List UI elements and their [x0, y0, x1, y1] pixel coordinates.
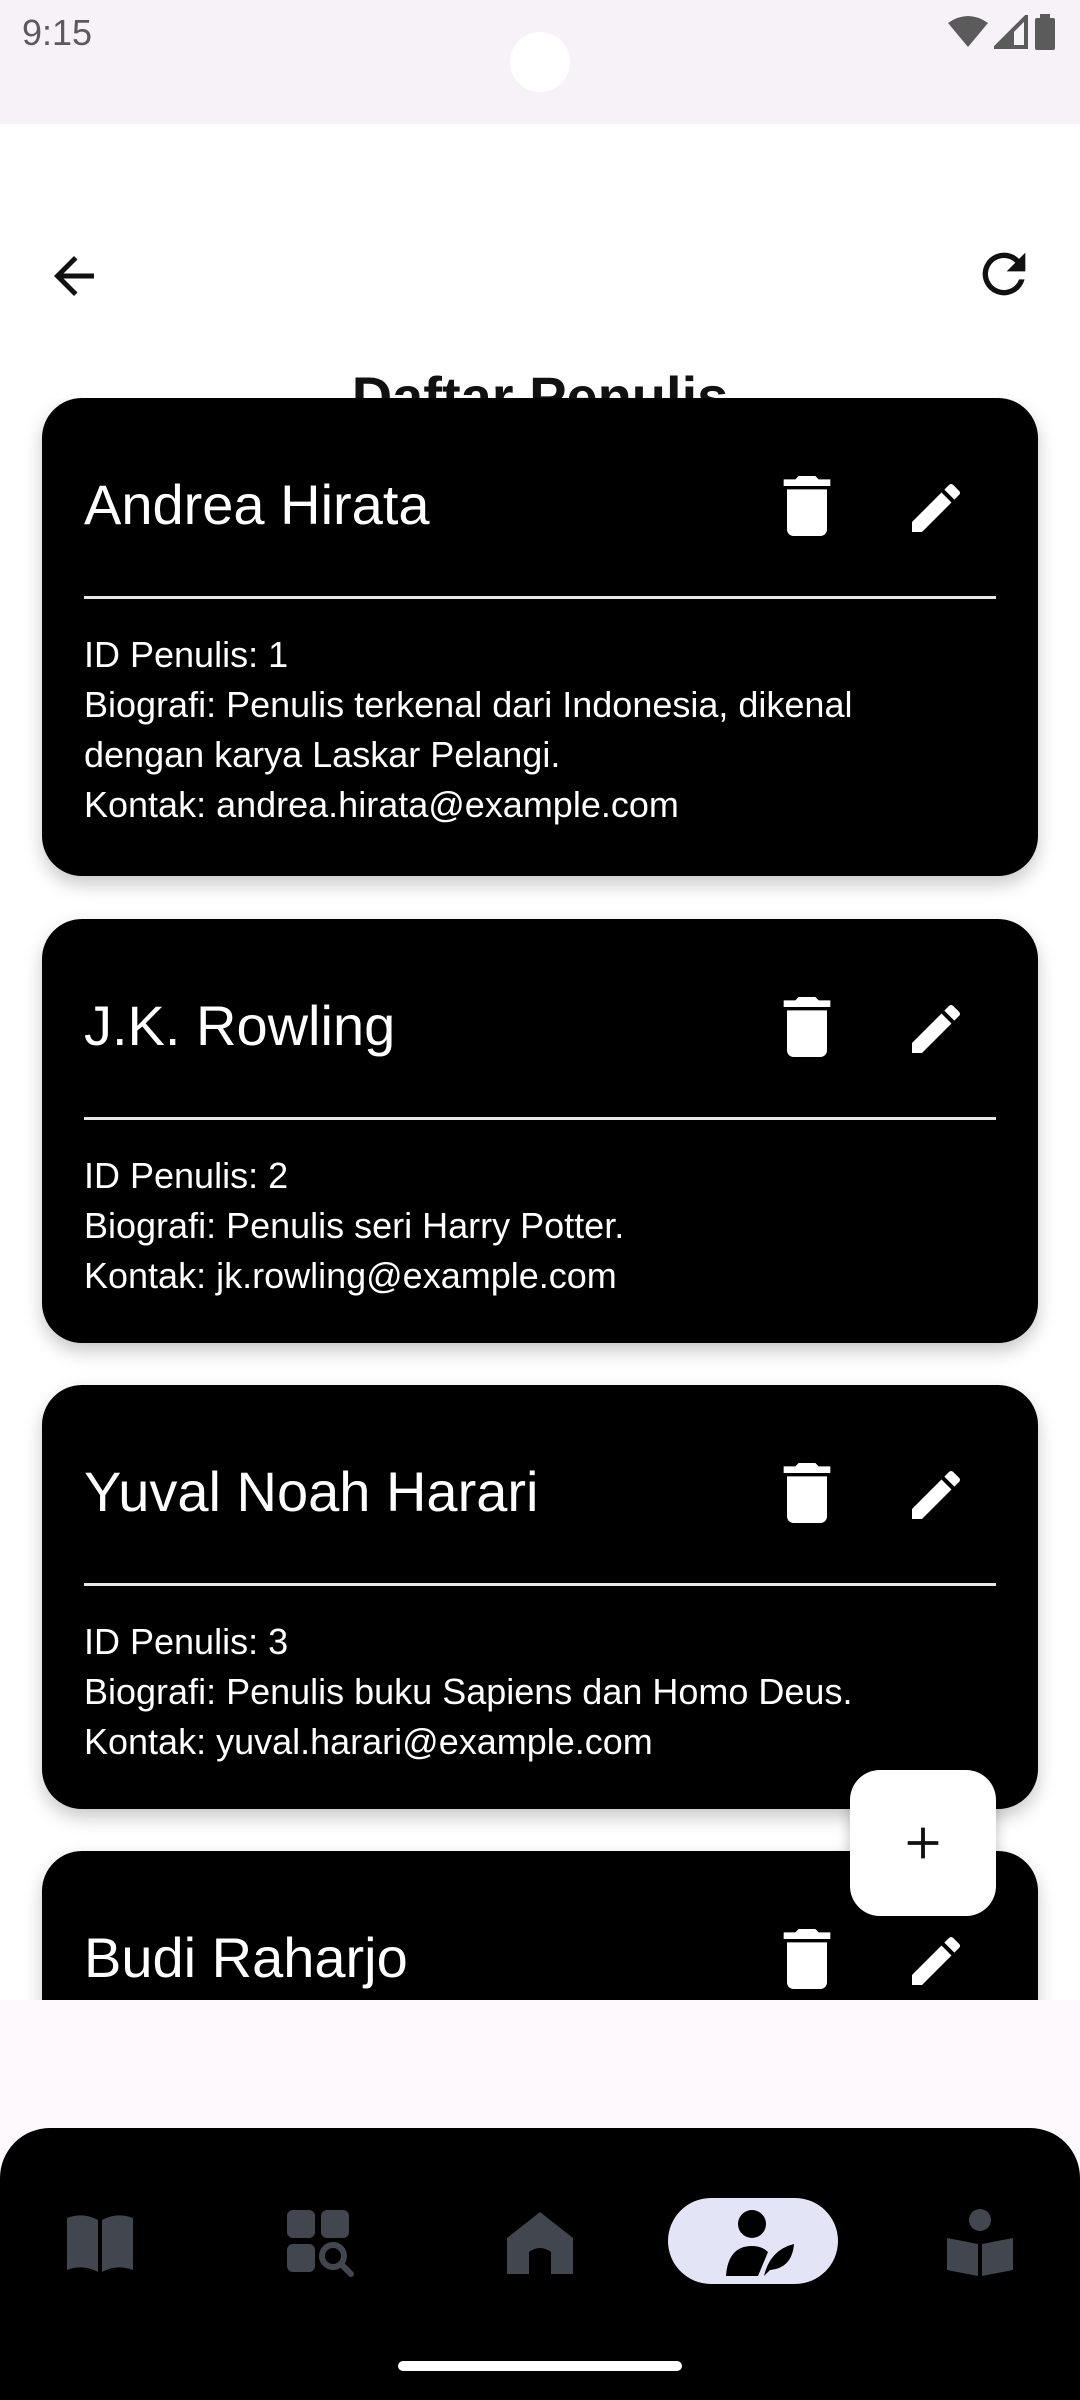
pencil-icon — [912, 1004, 961, 1053]
writer-card[interactable]: Yuval Noah Harari ID Penulis: 3 Biografi… — [42, 1385, 1038, 1809]
home-icon — [507, 2212, 573, 2274]
writer-name: Yuval Noah Harari — [84, 1460, 539, 1523]
writer-contact: Kontak: andrea.hirata@example.com — [84, 784, 679, 825]
writer-bio: Biografi: Penulis terkenal dari Indonesi… — [84, 684, 853, 775]
trash-icon — [783, 1929, 831, 1989]
writer-id: ID Penulis: 2 — [84, 1155, 289, 1196]
card-divider — [84, 1117, 996, 1120]
wifi-icon — [948, 16, 988, 47]
writer-id: ID Penulis: 1 — [84, 634, 289, 675]
add-writer-button[interactable] — [850, 1770, 996, 1916]
writer-details: ID Penulis: 3 Biografi: Penulis buku Sap… — [84, 1617, 978, 1767]
back-button[interactable] — [44, 246, 104, 306]
writer-details: ID Penulis: 2 Biografi: Penulis seri Har… — [84, 1151, 978, 1301]
edit-button[interactable] — [904, 997, 968, 1061]
status-icons — [948, 14, 1056, 50]
nav-item-readers[interactable] — [930, 2188, 1030, 2298]
book-icon — [67, 2215, 133, 2272]
writer-contact: Kontak: yuval.harari@example.com — [84, 1721, 653, 1762]
writer-details: ID Penulis: 1 Biografi: Penulis terkenal… — [84, 630, 978, 830]
status-time: 9:15 — [22, 12, 93, 53]
gesture-home-bar[interactable] — [398, 2361, 682, 2371]
pencil-icon — [912, 1470, 961, 1519]
delete-button[interactable] — [782, 997, 832, 1057]
writer-card[interactable]: Andrea Hirata ID Penulis: 1 Biografi: Pe… — [42, 398, 1038, 876]
nav-item-writers[interactable] — [668, 2188, 838, 2298]
edit-button[interactable] — [904, 1463, 968, 1527]
pencil-icon — [912, 483, 961, 532]
writer-contact: Kontak: jk.rowling@example.com — [84, 1255, 617, 1296]
camera-cutout — [510, 32, 570, 92]
trash-icon — [783, 476, 831, 536]
refresh-icon — [982, 252, 1026, 296]
edit-button[interactable] — [904, 476, 968, 540]
writer-id: ID Penulis: 3 — [84, 1621, 289, 1662]
writer-icon — [726, 2210, 794, 2276]
writer-name: Andrea Hirata — [84, 473, 430, 536]
writer-list[interactable]: Andrea Hirata ID Penulis: 1 Biografi: Pe… — [0, 398, 1080, 2000]
delete-button[interactable] — [782, 476, 832, 536]
battery-icon — [1035, 14, 1055, 50]
delete-button[interactable] — [782, 1929, 832, 1989]
nav-item-search[interactable] — [270, 2188, 370, 2298]
writer-name: Budi Raharjo — [84, 1926, 408, 1989]
bottom-navigation — [0, 2128, 1080, 2400]
writer-card[interactable]: J.K. Rowling ID Penulis: 2 Biografi: Pen… — [42, 919, 1038, 1343]
card-divider — [84, 1583, 996, 1586]
edit-button[interactable] — [904, 1929, 968, 1993]
category-search-icon — [287, 2210, 354, 2277]
plus-icon — [907, 1827, 939, 1859]
writer-bio: Biografi: Penulis seri Harry Potter. — [84, 1205, 625, 1246]
status-bar: 9:15 — [0, 0, 1080, 124]
pencil-icon — [912, 1936, 961, 1985]
delete-button[interactable] — [782, 1463, 832, 1523]
arrow-left-icon — [54, 256, 94, 296]
nav-item-books[interactable] — [50, 2188, 150, 2298]
writer-name: J.K. Rowling — [84, 994, 396, 1057]
app-bar: Daftar Penulis — [0, 124, 1080, 428]
card-divider — [84, 596, 996, 599]
trash-icon — [783, 997, 831, 1057]
writer-bio: Biografi: Penulis buku Sapiens dan Homo … — [84, 1671, 853, 1712]
signal-icon — [994, 15, 1028, 49]
reader-icon — [947, 2209, 1013, 2276]
refresh-button[interactable] — [972, 242, 1036, 306]
trash-icon — [783, 1463, 831, 1523]
nav-item-home[interactable] — [490, 2188, 590, 2298]
